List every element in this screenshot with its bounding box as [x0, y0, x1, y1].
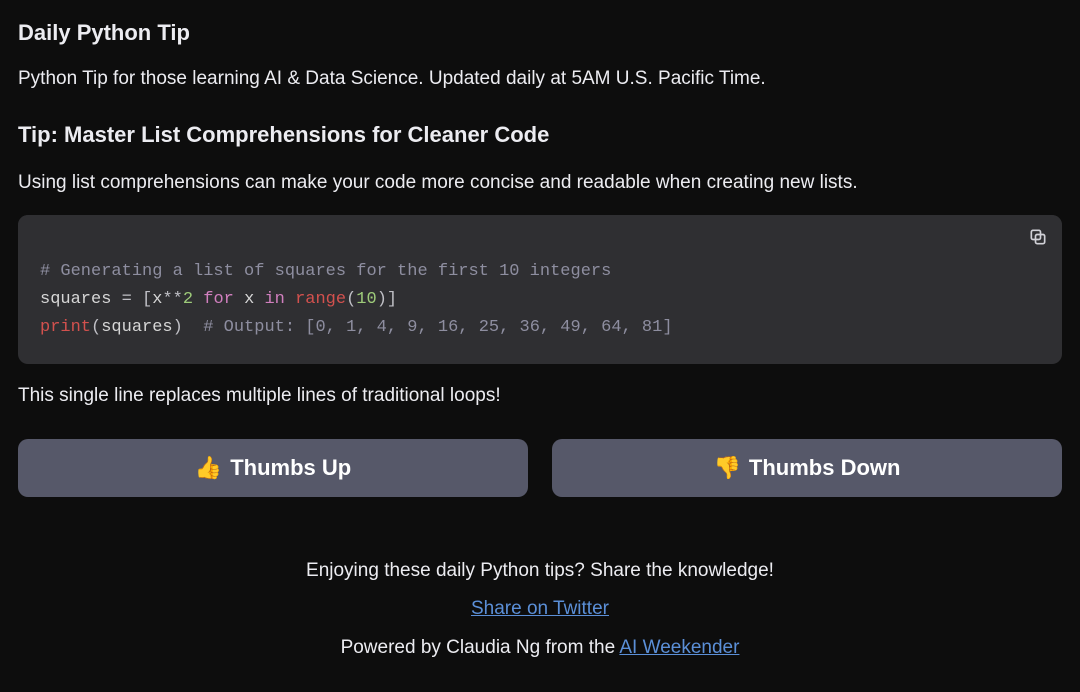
code-token: (: [91, 318, 101, 337]
code-token: x: [152, 290, 162, 309]
code-block: # Generating a list of squares for the f…: [18, 215, 1062, 364]
copy-button[interactable]: [1024, 223, 1052, 254]
code-token: x: [244, 290, 254, 309]
copy-icon: [1028, 235, 1048, 250]
code-token: ): [173, 318, 204, 337]
thumbs-down-icon: 👎: [714, 455, 741, 481]
code-token: range: [295, 290, 346, 309]
code-token: print: [40, 318, 91, 337]
ai-weekender-link[interactable]: AI Weekender: [619, 637, 739, 658]
share-twitter-link[interactable]: Share on Twitter: [471, 598, 609, 619]
code-token: 2: [183, 290, 193, 309]
thumbs-up-icon: 👍: [195, 455, 222, 481]
tip-intro: Using list comprehensions can make your …: [18, 169, 1062, 198]
code-token: for: [193, 290, 244, 309]
code-token: (: [346, 290, 356, 309]
code-token: 10: [356, 290, 376, 309]
thumbs-down-label: Thumbs Down: [749, 455, 901, 481]
feedback-row: 👍 Thumbs Up 👎 Thumbs Down: [18, 439, 1062, 497]
code-comment: # Generating a list of squares for the f…: [40, 262, 611, 281]
thumbs-up-label: Thumbs Up: [230, 455, 351, 481]
page-root: Daily Python Tip Python Tip for those le…: [0, 0, 1080, 692]
thumbs-up-button[interactable]: 👍 Thumbs Up: [18, 439, 528, 497]
code-token: in: [254, 290, 295, 309]
code-token: = [: [111, 290, 152, 309]
code-content: # Generating a list of squares for the f…: [18, 254, 1062, 364]
code-token: squares: [40, 290, 111, 309]
code-toolbar: [18, 215, 1062, 254]
share-prompt: Enjoying these daily Python tips? Share …: [18, 557, 1062, 586]
thumbs-down-button[interactable]: 👎 Thumbs Down: [552, 439, 1062, 497]
code-comment: # Output: [0, 1, 4, 9, 16, 25, 36, 49, 6…: [203, 318, 672, 337]
powered-by: Powered by Claudia Ng from the AI Weeken…: [18, 634, 1062, 663]
footer: Enjoying these daily Python tips? Share …: [18, 557, 1062, 663]
powered-prefix: Powered by Claudia Ng from the: [341, 637, 620, 658]
tip-title: Tip: Master List Comprehensions for Clea…: [18, 118, 1062, 151]
section-title: Daily Python Tip: [18, 16, 1062, 49]
code-token: squares: [101, 318, 172, 337]
tip-outro: This single line replaces multiple lines…: [18, 382, 1062, 411]
section-lead: Python Tip for those learning AI & Data …: [18, 65, 1062, 94]
code-token: **: [162, 290, 182, 309]
code-token: )]: [377, 290, 397, 309]
